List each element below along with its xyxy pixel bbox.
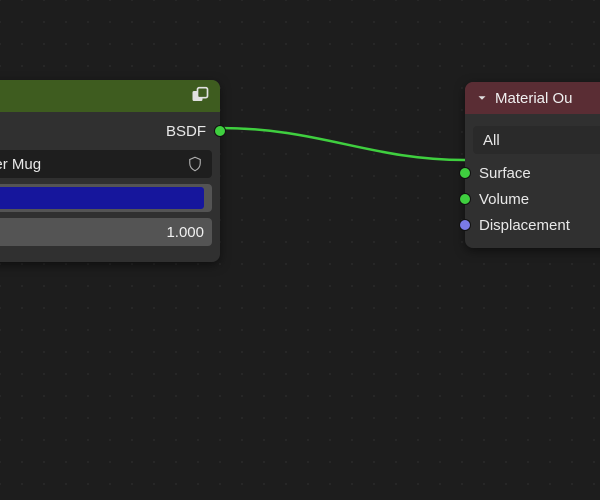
node-title: er Mug <box>0 88 184 105</box>
target-dropdown[interactable]: All <box>473 126 600 154</box>
color-field[interactable]: or <box>0 184 212 212</box>
wire-bsdf-to-surface <box>220 128 465 160</box>
node-body: BSDF Blender Mug or ness 1.000 <box>0 112 220 262</box>
shield-icon[interactable] <box>186 155 204 173</box>
socket-output-bsdf[interactable] <box>214 125 226 137</box>
roughness-value: 1.000 <box>166 224 204 241</box>
output-row-bsdf: BSDF <box>0 118 220 144</box>
roughness-label: ness <box>0 224 166 241</box>
node-header[interactable]: Material Ou <box>465 82 600 114</box>
input-label: Volume <box>479 191 529 208</box>
input-label: Displacement <box>479 217 570 234</box>
node-title: Material Ou <box>495 90 600 107</box>
color-swatch[interactable] <box>0 187 204 209</box>
socket-input-volume[interactable] <box>459 193 471 205</box>
node-group-icon[interactable] <box>190 86 210 106</box>
input-row-displacement: Displacement <box>465 212 600 238</box>
dropdown-selected: All <box>483 132 500 149</box>
node-body: All Surface Volume Displacement <box>465 114 600 248</box>
chevron-down-icon[interactable] <box>475 91 489 105</box>
socket-input-surface[interactable] <box>459 167 471 179</box>
input-row-volume: Volume <box>465 186 600 212</box>
socket-input-displacement[interactable] <box>459 219 471 231</box>
node-material-group[interactable]: er Mug BSDF Blender Mug or ness 1.000 <box>0 80 220 262</box>
input-row-surface: Surface <box>465 160 600 186</box>
input-label: Surface <box>479 165 531 182</box>
node-material-output[interactable]: Material Ou All Surface Volume Displacem… <box>465 82 600 248</box>
roughness-slider[interactable]: ness 1.000 <box>0 218 212 246</box>
node-header[interactable]: er Mug <box>0 80 220 112</box>
material-name-value: Blender Mug <box>0 156 180 173</box>
material-name-field[interactable]: Blender Mug <box>0 150 212 178</box>
output-label: BSDF <box>166 123 206 140</box>
